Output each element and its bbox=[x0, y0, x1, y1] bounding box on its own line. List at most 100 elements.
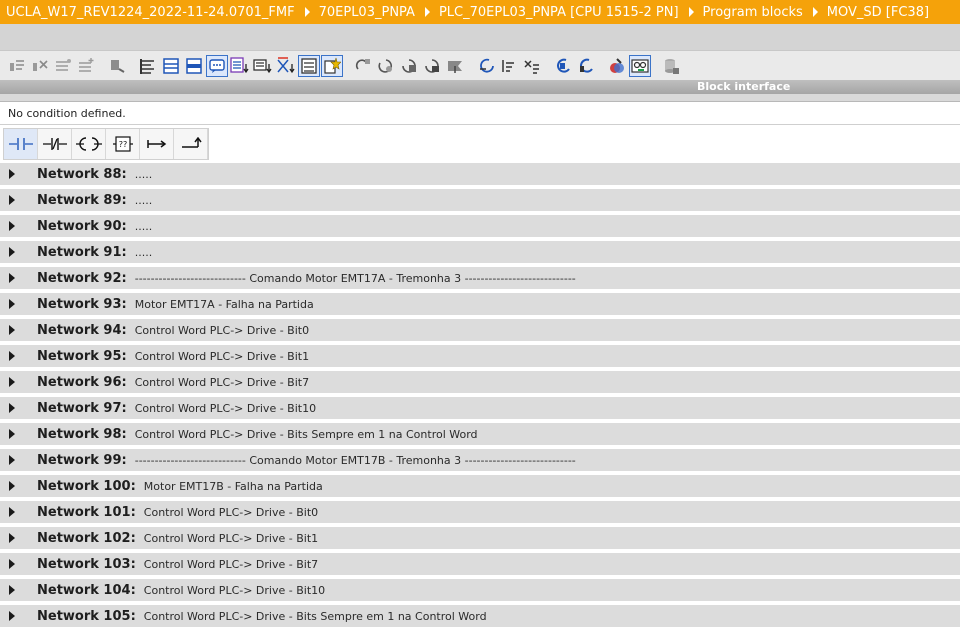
network-title: Network 103: bbox=[37, 556, 136, 572]
expand-arrow-icon[interactable] bbox=[9, 507, 15, 517]
show-favorites-icon[interactable] bbox=[252, 55, 274, 77]
accessible-devices-icon[interactable] bbox=[575, 55, 597, 77]
expand-arrow-icon[interactable] bbox=[9, 169, 15, 179]
expand-arrow-icon[interactable] bbox=[9, 429, 15, 439]
svg-text:??: ?? bbox=[118, 140, 127, 149]
monitoring-on-off-icon[interactable] bbox=[629, 54, 651, 77]
normally-open-contact-icon[interactable] bbox=[4, 129, 38, 159]
network-comment[interactable]: Control Word PLC-> Drive - Bits Sempre e… bbox=[135, 428, 478, 441]
expand-arrow-icon[interactable] bbox=[9, 403, 15, 413]
expand-arrow-icon[interactable] bbox=[9, 195, 15, 205]
expand-arrow-icon[interactable] bbox=[9, 221, 15, 231]
monitor-all-icon[interactable] bbox=[606, 55, 628, 77]
expand-arrow-icon[interactable] bbox=[9, 325, 15, 335]
go-to-first-error-icon[interactable] bbox=[275, 55, 297, 77]
network-row[interactable]: Network 91:..... bbox=[0, 241, 960, 263]
network-row[interactable]: Network 94: Control Word PLC-> Drive - Bi… bbox=[0, 319, 960, 341]
go-to-next-error-icon[interactable] bbox=[298, 54, 320, 77]
normally-closed-contact-icon[interactable] bbox=[38, 129, 72, 159]
go-offline-icon[interactable] bbox=[552, 55, 574, 77]
network-comment[interactable]: Control Word PLC-> Drive - Bit10 bbox=[135, 402, 316, 415]
breadcrumb-device[interactable]: 70EPL03_PNPA bbox=[319, 5, 415, 20]
add-row-icon[interactable] bbox=[75, 55, 97, 77]
breadcrumb-block[interactable]: MOV_SD [FC38] bbox=[827, 5, 929, 20]
network-comment[interactable]: ..... bbox=[135, 220, 152, 233]
network-comment[interactable]: ---------------------------- Comando Mot… bbox=[135, 454, 576, 467]
network-comment[interactable]: Control Word PLC-> Drive - Bit1 bbox=[135, 350, 309, 363]
network-comment[interactable]: Control Word PLC-> Drive - Bits Sempre e… bbox=[144, 610, 487, 623]
expand-arrow-icon[interactable] bbox=[9, 533, 15, 543]
network-row[interactable]: Network 97: Control Word PLC-> Drive - Bi… bbox=[0, 397, 960, 419]
update-calls-icon[interactable] bbox=[321, 54, 343, 77]
network-row[interactable]: Network 103: Control Word PLC-> Drive - B… bbox=[0, 553, 960, 575]
expand-arrow-icon[interactable] bbox=[9, 299, 15, 309]
network-row[interactable]: Network 93: Motor EMT17A - Falha na Parti… bbox=[0, 293, 960, 315]
expand-arrow-icon[interactable] bbox=[9, 273, 15, 283]
network-comment[interactable]: Control Word PLC-> Drive - Bit0 bbox=[144, 506, 318, 519]
network-comment[interactable]: Motor EMT17B - Falha na Partida bbox=[144, 480, 323, 493]
close-all-networks-icon[interactable] bbox=[160, 55, 182, 77]
network-row[interactable]: Network 102: Control Word PLC-> Drive - B… bbox=[0, 527, 960, 549]
network-row[interactable]: Network 89:..... bbox=[0, 189, 960, 211]
expand-arrow-icon[interactable] bbox=[9, 481, 15, 491]
network-title: Network 91: bbox=[37, 244, 127, 260]
show-comments-icon[interactable] bbox=[206, 54, 228, 77]
close-branch-icon[interactable] bbox=[174, 129, 208, 159]
network-row[interactable]: Network 100: Motor EMT17B - Falha na Part… bbox=[0, 475, 960, 497]
network-row[interactable]: Network 90:..... bbox=[0, 215, 960, 237]
breadcrumb-separator-icon bbox=[304, 7, 310, 17]
network-comment[interactable]: Control Word PLC-> Drive - Bit7 bbox=[144, 558, 318, 571]
display-icon[interactable] bbox=[444, 55, 466, 77]
block-interface-icon[interactable] bbox=[398, 55, 420, 77]
network-title: Network 88: bbox=[37, 166, 127, 182]
insert-math-icon[interactable] bbox=[521, 55, 543, 77]
delete-network-icon[interactable] bbox=[29, 55, 51, 77]
network-comment[interactable]: Control Word PLC-> Drive - Bit7 bbox=[135, 376, 309, 389]
network-comment[interactable]: ..... bbox=[135, 194, 152, 207]
expand-arrow-icon[interactable] bbox=[9, 585, 15, 595]
insert-network-icon[interactable] bbox=[6, 55, 28, 77]
monitoring-icon[interactable] bbox=[352, 55, 374, 77]
network-row[interactable]: Network 98: Control Word PLC-> Drive - Bi… bbox=[0, 423, 960, 445]
navigation-icon[interactable] bbox=[183, 55, 205, 77]
network-row[interactable]: Network 92: ---------------------------- … bbox=[0, 267, 960, 289]
empty-box-icon[interactable]: ?? bbox=[106, 129, 140, 159]
insert-compare-icon[interactable] bbox=[498, 55, 520, 77]
open-all-networks-icon[interactable] bbox=[137, 55, 159, 77]
database-icon[interactable] bbox=[660, 55, 682, 77]
output-coil-icon[interactable] bbox=[72, 129, 106, 159]
download-icon[interactable] bbox=[421, 55, 443, 77]
block-interface-label[interactable]: Block interface bbox=[697, 80, 790, 94]
go-online-icon[interactable] bbox=[475, 55, 497, 77]
breadcrumb-program-blocks[interactable]: Program blocks bbox=[703, 5, 803, 20]
network-comment[interactable]: Control Word PLC-> Drive - Bit1 bbox=[144, 532, 318, 545]
network-row[interactable]: Network 99: ---------------------------- … bbox=[0, 449, 960, 471]
network-comment[interactable]: Control Word PLC-> Drive - Bit0 bbox=[135, 324, 309, 337]
compare-icon[interactable] bbox=[375, 55, 397, 77]
expand-arrow-icon[interactable] bbox=[9, 351, 15, 361]
network-row[interactable]: Network 104: Control Word PLC-> Drive - B… bbox=[0, 579, 960, 601]
insert-row-icon[interactable] bbox=[52, 55, 74, 77]
block-interface-strip[interactable]: Block interface bbox=[0, 80, 960, 94]
reset-start-values-icon[interactable] bbox=[106, 55, 128, 77]
network-comment[interactable]: ..... bbox=[135, 168, 152, 181]
network-row[interactable]: Network 95: Control Word PLC-> Drive - Bi… bbox=[0, 345, 960, 367]
expand-arrow-icon[interactable] bbox=[9, 247, 15, 257]
breadcrumb-plc[interactable]: PLC_70EPL03_PNPA [CPU 1515-2 PN] bbox=[439, 5, 679, 20]
block-interface-divider[interactable] bbox=[0, 94, 960, 102]
expand-arrow-icon[interactable] bbox=[9, 455, 15, 465]
open-branch-icon[interactable] bbox=[140, 129, 174, 159]
network-row[interactable]: Network 88:..... bbox=[0, 163, 960, 185]
breadcrumb-project[interactable]: UCLA_W17_REV1224_2022-11-24.0701_FMF bbox=[6, 5, 295, 20]
network-row[interactable]: Network 105: Control Word PLC-> Drive - B… bbox=[0, 605, 960, 627]
absolute-operands-icon[interactable] bbox=[229, 55, 251, 77]
network-comment[interactable]: ..... bbox=[135, 246, 152, 259]
network-comment[interactable]: Motor EMT17A - Falha na Partida bbox=[135, 298, 314, 311]
expand-arrow-icon[interactable] bbox=[9, 377, 15, 387]
network-row[interactable]: Network 96: Control Word PLC-> Drive - Bi… bbox=[0, 371, 960, 393]
network-comment[interactable]: Control Word PLC-> Drive - Bit10 bbox=[144, 584, 325, 597]
network-comment[interactable]: ---------------------------- Comando Mot… bbox=[135, 272, 576, 285]
network-row[interactable]: Network 101: Control Word PLC-> Drive - B… bbox=[0, 501, 960, 523]
expand-arrow-icon[interactable] bbox=[9, 611, 15, 621]
expand-arrow-icon[interactable] bbox=[9, 559, 15, 569]
